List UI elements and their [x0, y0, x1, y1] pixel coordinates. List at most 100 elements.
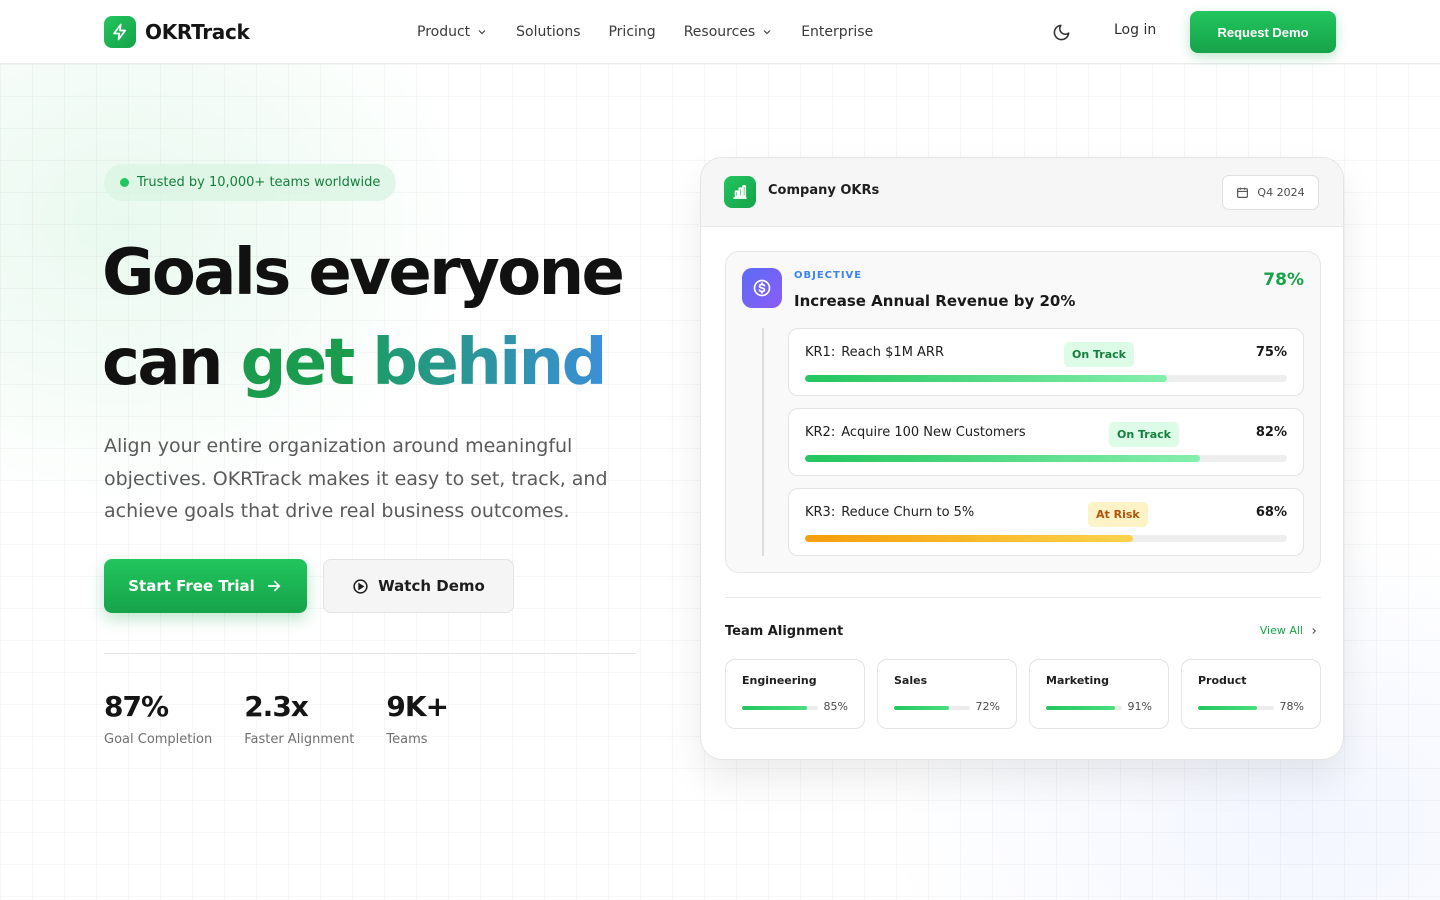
start-free-trial-label: Start Free Trial	[128, 577, 255, 595]
kr-title: Reduce Churn to 5%	[841, 505, 975, 520]
theme-toggle[interactable]	[1049, 20, 1073, 44]
section-divider	[725, 597, 1321, 598]
nav-item-label: Pricing	[608, 24, 656, 40]
team-progress-bar	[1198, 706, 1274, 710]
nav-item-label: Resources	[683, 24, 756, 40]
brand-logo[interactable]: OKRTrack	[104, 16, 250, 48]
headline-line-2: can get behind	[102, 318, 622, 408]
team-progress-fill	[894, 706, 949, 710]
team-name: Sales	[894, 674, 928, 687]
brand-name: OKRTrack	[145, 20, 250, 44]
kr-code: KR3:	[805, 505, 836, 520]
nav-item-resources[interactable]: Resources	[684, 24, 774, 40]
nav-item-label: Solutions	[516, 24, 581, 40]
chevron-down-icon	[478, 30, 486, 35]
objective-panel[interactable]: OBJECTIVE Increase Annual Revenue by 20%…	[725, 251, 1321, 573]
nav-item-pricing[interactable]: Pricing	[608, 24, 655, 40]
team-progress-label: 72%	[975, 700, 1000, 713]
kr-title: Reach $1M ARR	[841, 345, 944, 360]
team-progress-bar	[742, 706, 818, 710]
kr-progress-fill	[805, 535, 1133, 542]
stats-row: 87% Goal Completion 2.3x Faster Alignmen…	[104, 690, 449, 747]
card-title: Company OKRs	[768, 183, 880, 198]
moon-icon	[1053, 24, 1069, 40]
status-dot	[120, 178, 129, 187]
trust-badge: Trusted by 10,000+ teams worldwide	[104, 164, 397, 201]
main-menu: Product Solutions Pricing Resources Ente…	[417, 0, 873, 64]
hero-subtitle: Align your entire organization around me…	[104, 435, 608, 522]
objective-progress: 78%	[1263, 270, 1304, 290]
kr-progress-label: 82%	[1255, 425, 1287, 440]
kr-label: KR2: Acquire 100 New Customers	[805, 425, 1026, 440]
kr-progress-label: 68%	[1255, 505, 1287, 520]
team-card-sales[interactable]: Sales 72%	[877, 659, 1017, 729]
chevron-right-icon	[1312, 627, 1317, 634]
start-free-trial-button[interactable]: Start Free Trial	[104, 559, 307, 613]
kr-progress-fill	[805, 375, 1167, 382]
stat-label: Faster Alignment	[244, 732, 355, 747]
play-circle-icon	[353, 578, 368, 594]
kr-code: KR2:	[805, 425, 836, 440]
dollar-circle-icon	[742, 268, 782, 308]
team-card-product[interactable]: Product 78%	[1181, 659, 1321, 729]
status-badge: At Risk	[1088, 502, 1148, 527]
nav-item-enterprise[interactable]: Enterprise	[801, 24, 873, 40]
team-list: Engineering 85% Sales 72% Marketing 91% …	[725, 659, 1321, 729]
headline-word-can: can	[102, 326, 223, 400]
stat-label: Teams	[386, 732, 428, 747]
team-progress-label: 91%	[1127, 700, 1152, 713]
stat-teams: 9K+ Teams	[386, 690, 449, 747]
quarter-selector[interactable]: Q4 2024	[1222, 175, 1319, 210]
nav-item-solutions[interactable]: Solutions	[516, 24, 580, 40]
team-card-engineering[interactable]: Engineering 85%	[725, 659, 865, 729]
team-progress-bar	[1046, 706, 1122, 710]
arrow-right-icon	[267, 580, 281, 592]
team-progress-label: 78%	[1279, 700, 1304, 713]
kr-progress-bar	[805, 455, 1287, 462]
team-name: Engineering	[742, 674, 817, 687]
team-card-marketing[interactable]: Marketing 91%	[1029, 659, 1169, 729]
team-progress-bar	[894, 706, 970, 710]
chevron-down-icon	[763, 30, 771, 35]
nav-item-label: Enterprise	[801, 24, 874, 40]
team-name: Product	[1198, 674, 1247, 687]
bar-chart-icon	[724, 176, 756, 208]
stat-value: 87%	[104, 690, 169, 723]
headline-word-get: get	[240, 326, 356, 400]
objective-title: Increase Annual Revenue by 20%	[794, 292, 1076, 310]
kr-progress-bar	[805, 375, 1287, 382]
calendar-icon	[1237, 187, 1249, 198]
objective-tag: OBJECTIVE	[794, 270, 863, 281]
stat-label: Goal Completion	[104, 732, 213, 747]
top-nav: OKRTrack Product Solutions Pricing Resou…	[0, 0, 1440, 64]
watch-demo-label: Watch Demo	[378, 577, 485, 595]
team-progress-fill	[1046, 706, 1116, 710]
nav-item-product[interactable]: Product	[417, 24, 488, 40]
kr-label: KR1: Reach $1M ARR	[805, 345, 944, 360]
team-progress-fill	[742, 706, 807, 710]
kr-title: Acquire 100 New Customers	[841, 425, 1026, 440]
request-demo-button[interactable]: Request Demo	[1190, 11, 1336, 53]
watch-demo-button[interactable]: Watch Demo	[323, 559, 514, 613]
team-alignment-title: Team Alignment	[725, 624, 844, 639]
key-result-item[interactable]: KR2: Acquire 100 New Customers On Track 8…	[788, 408, 1304, 476]
stat-value: 9K+	[386, 690, 449, 723]
stats-divider	[104, 653, 636, 654]
hero-headline: Goals everyone can get behind	[102, 228, 625, 408]
card-header: Company OKRs Q4 2024	[701, 158, 1343, 227]
status-badge: On Track	[1064, 342, 1134, 367]
kr-progress-bar	[805, 535, 1287, 542]
quarter-label: Q4 2024	[1257, 186, 1305, 199]
stat-goal-completion: 87% Goal Completion	[104, 690, 212, 747]
kr-progress-fill	[805, 455, 1201, 462]
team-name: Marketing	[1046, 674, 1110, 687]
view-all-link[interactable]: View All	[1260, 624, 1319, 637]
stat-faster-alignment: 2.3x Faster Alignment	[244, 690, 354, 747]
key-result-item[interactable]: KR1: Reach $1M ARR On Track 75%	[788, 328, 1304, 396]
headline-line-1: Goals everyone	[102, 236, 625, 310]
team-progress-label: 85%	[823, 700, 848, 713]
login-link[interactable]: Log in	[1114, 22, 1156, 38]
key-result-item[interactable]: KR3: Reduce Churn to 5% At Risk 68%	[788, 488, 1304, 556]
kr-code: KR1:	[805, 345, 836, 360]
kr-label: KR3: Reduce Churn to 5%	[805, 505, 974, 520]
